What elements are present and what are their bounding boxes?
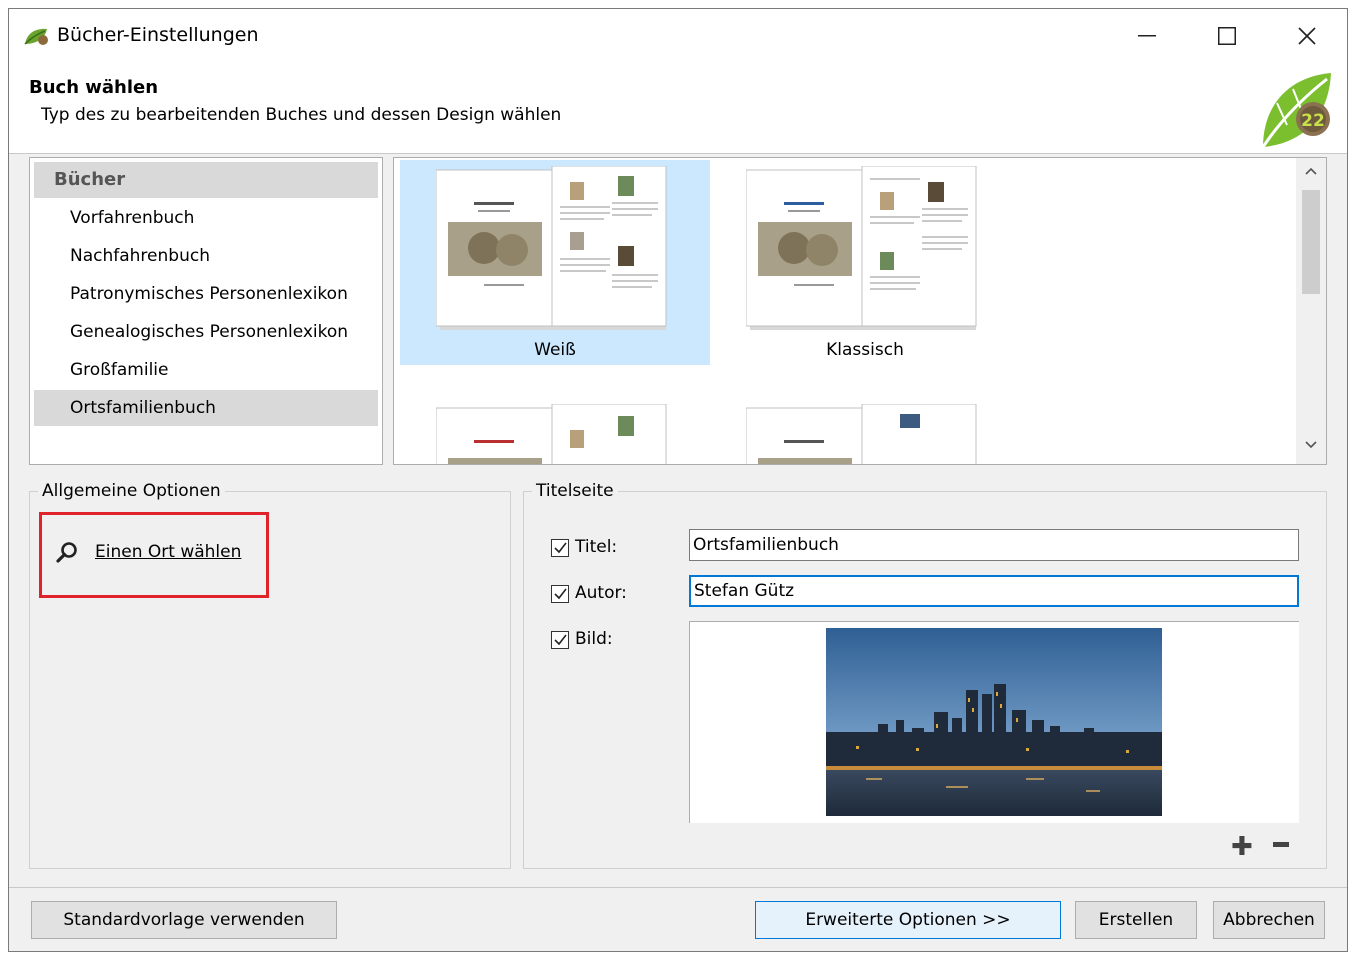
book-preview-partial-2: [746, 404, 977, 464]
cover-image-box[interactable]: [689, 621, 1299, 823]
title-checkbox[interactable]: [551, 539, 569, 557]
book-preview-partial-1: [436, 404, 667, 464]
design-tile-klassisch[interactable]: Klassisch: [710, 160, 1020, 365]
design-tile-weiss[interactable]: Weiß: [400, 160, 710, 365]
image-checkbox[interactable]: [551, 631, 569, 649]
image-label: Bild:: [575, 629, 613, 649]
app-logo: 22: [1261, 73, 1331, 148]
book-type-list: Bücher Vorfahrenbuch Nachfahrenbuch Patr…: [29, 157, 383, 465]
maximize-icon[interactable]: [1207, 19, 1247, 53]
book-preview-weiss: [436, 166, 667, 330]
scrollbar-thumb[interactable]: [1302, 190, 1320, 294]
author-label: Autor:: [575, 583, 627, 603]
design-scrollbar[interactable]: [1296, 158, 1326, 464]
choose-location-link[interactable]: Einen Ort wählen: [95, 542, 241, 562]
book-item-vorfahrenbuch[interactable]: Vorfahrenbuch: [34, 200, 378, 236]
default-template-button[interactable]: Standardvorlage verwenden: [31, 901, 337, 939]
create-button[interactable]: Erstellen: [1075, 901, 1197, 939]
footer-divider: [9, 887, 1347, 888]
book-item-nachfahrenbuch[interactable]: Nachfahrenbuch: [34, 238, 378, 274]
chevron-up-icon[interactable]: [1302, 164, 1320, 184]
author-checkbox[interactable]: [551, 585, 569, 603]
minimize-icon[interactable]: [1127, 19, 1167, 53]
title-label: Titel:: [575, 537, 618, 557]
book-item-genealogisches[interactable]: Genealogisches Personenlexikon: [34, 314, 378, 350]
cancel-button[interactable]: Abbrechen: [1213, 901, 1325, 939]
book-item-ortsfamilienbuch[interactable]: Ortsfamilienbuch: [34, 390, 378, 426]
title-input[interactable]: Ortsfamilienbuch: [689, 529, 1299, 561]
book-preview-klassisch: [746, 166, 977, 330]
window-title: Bücher-Einstellungen: [57, 24, 259, 46]
app-leaf-icon: [24, 28, 48, 45]
logo-version-text: 22: [1301, 111, 1325, 131]
close-icon[interactable]: [1287, 19, 1327, 53]
dialog-window: Bücher-Einstellungen Buch wählen Typ des…: [8, 8, 1348, 952]
book-list-heading: Bücher: [34, 162, 378, 198]
book-item-patronymisches[interactable]: Patronymisches Personenlexikon: [34, 276, 378, 312]
page-title: Buch wählen: [29, 77, 159, 98]
title-page-legend: Titelseite: [536, 481, 614, 501]
title-bar: Bücher-Einstellungen: [9, 9, 1347, 63]
design-label-weiss: Weiß: [534, 340, 576, 360]
minus-icon[interactable]: [1273, 842, 1289, 847]
author-input[interactable]: Stefan Gütz: [689, 575, 1299, 607]
design-label-klassisch: Klassisch: [826, 340, 904, 360]
general-options-legend: Allgemeine Optionen: [42, 481, 221, 501]
plus-icon[interactable]: ✚: [1231, 834, 1253, 860]
page-subtitle: Typ des zu bearbeitenden Buches und dess…: [41, 105, 562, 125]
dialog-header: Buch wählen Typ des zu bearbeitenden Buc…: [9, 63, 1347, 154]
cover-photo-skyline: [826, 628, 1162, 816]
book-item-grossfamilie[interactable]: Großfamilie: [34, 352, 378, 388]
design-gallery: Weiß Klassisch: [393, 157, 1327, 465]
chevron-down-icon[interactable]: [1302, 438, 1320, 458]
search-icon: [56, 542, 77, 563]
advanced-options-button[interactable]: Erweiterte Optionen >>: [755, 901, 1061, 939]
